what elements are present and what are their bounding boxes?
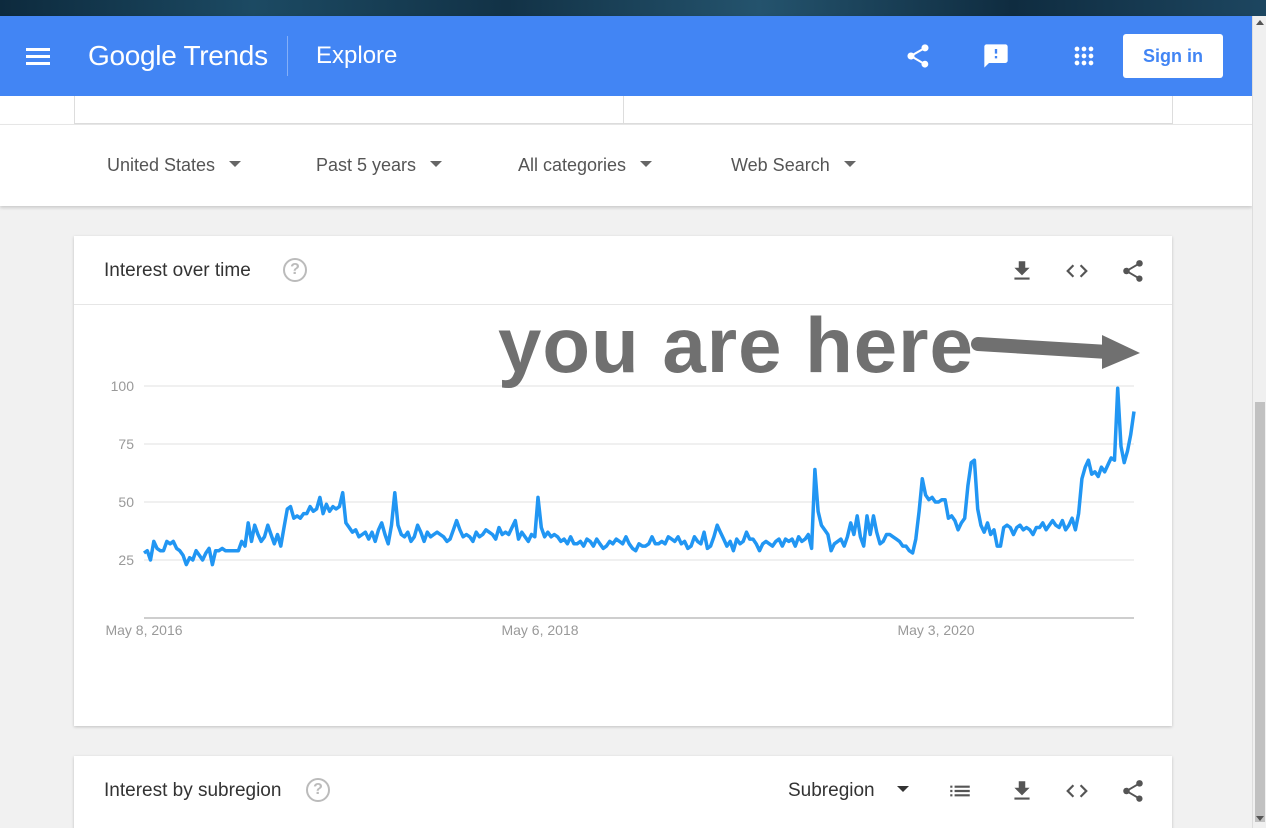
y-tick-label: 50 [118, 494, 134, 510]
scrollbar-thumb[interactable] [1255, 402, 1265, 822]
y-tick-label: 75 [118, 436, 134, 452]
y-tick-label: 100 [111, 378, 135, 394]
dropdown-caret-icon [896, 785, 909, 792]
x-tick-label: May 3, 2020 [897, 622, 974, 638]
annotation-arrow [971, 335, 1140, 369]
resolution-select[interactable]: Subregion [788, 780, 909, 802]
trend-series-line [142, 386, 1136, 567]
annotation-text: you are here [498, 301, 974, 389]
interest-by-subregion-card: Interest by subregion ? Subregion [74, 756, 1172, 828]
x-tick-label: May 6, 2018 [501, 622, 578, 638]
help-icon[interactable]: ? [306, 778, 330, 802]
embed-code-icon[interactable] [1064, 778, 1090, 804]
scroll-down-arrow-icon[interactable] [1256, 816, 1264, 821]
interest-over-time-chart: 25 50 75 100 May 8, 2016 May 6, 2018 May 3, 2… [105, 335, 1140, 638]
download-icon[interactable] [1009, 778, 1035, 804]
card-title: Interest by subregion [104, 780, 282, 801]
x-tick-label: May 8, 2016 [105, 622, 182, 638]
chart-grid [144, 385, 1134, 619]
page-scrollbar[interactable] [1252, 16, 1266, 828]
share-icon[interactable] [1120, 778, 1146, 804]
list-view-icon[interactable] [947, 778, 973, 804]
x-axis-ticks: May 8, 2016 May 6, 2018 May 3, 2020 [105, 622, 974, 638]
scroll-up-arrow-icon[interactable] [1256, 20, 1264, 25]
y-tick-label: 25 [118, 552, 134, 568]
y-axis-ticks: 25 50 75 100 [111, 378, 135, 568]
